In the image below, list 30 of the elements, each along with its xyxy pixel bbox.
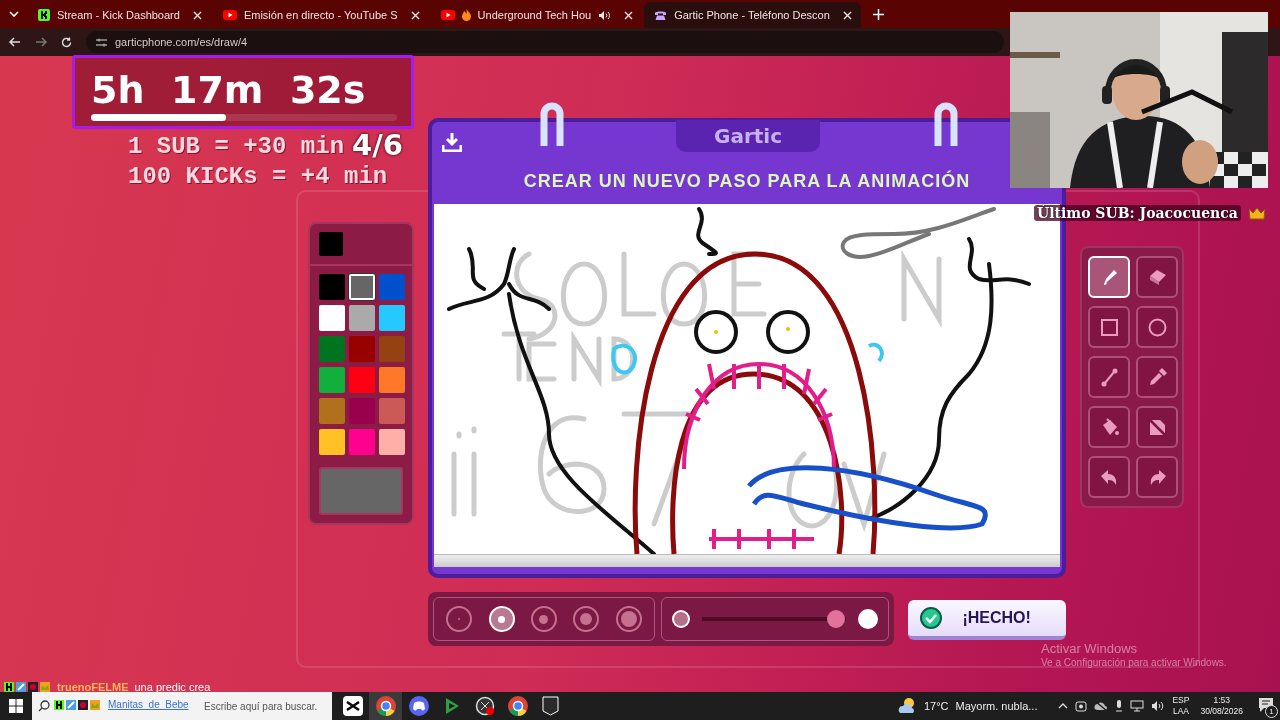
clock-date: 30/08/2026 bbox=[1200, 706, 1243, 717]
browser-tab[interactable]: Emisión en directo - YouTube S bbox=[212, 2, 429, 28]
tab-title: Gartic Phone - Teléfono Descon bbox=[674, 9, 830, 21]
tab-title: Stream - Kick Dashboard bbox=[57, 9, 180, 21]
browser-tab[interactable]: Stream - Kick Dashboard bbox=[28, 2, 211, 28]
done-button[interactable]: ¡HECHO! bbox=[908, 600, 1066, 640]
round-counter: 4/6 bbox=[352, 128, 403, 162]
address-bar[interactable]: garticphone.com/es/draw/4 bbox=[86, 31, 1004, 53]
keyboard-layout: LAA bbox=[1172, 706, 1189, 717]
weather-description: Mayorm. nubla... bbox=[955, 700, 1038, 712]
tab-title: Emisión en directo - YouTube S bbox=[243, 9, 398, 21]
instruction-heading: CREAR UN NUEVO PASO PARA LA ANIMACIÓN bbox=[523, 171, 971, 192]
subathon-rule: 100 KICKs = +4 min bbox=[128, 162, 388, 192]
subathon-rule: 1 SUB = +30 min bbox=[128, 132, 345, 162]
tab-title: Underground Tech Hou bbox=[477, 9, 592, 21]
chat-username: Manitas_de_Bebe bbox=[108, 699, 189, 710]
weather-temperature: 17°C bbox=[923, 700, 949, 712]
browser-tab[interactable]: Gartic Phone - Teléfono Descon bbox=[644, 2, 861, 28]
last-subscriber-text: Último SUB: Joacocuenca bbox=[1034, 205, 1241, 221]
url-text: garticphone.com/es/draw/4 bbox=[115, 36, 248, 48]
gartic-logo: Gartic bbox=[676, 120, 820, 152]
activation-notice: Activar Windows bbox=[1041, 641, 1138, 656]
chat-username: truenoFELME bbox=[57, 681, 129, 693]
browser-tab[interactable]: Underground Tech Hou bbox=[430, 2, 643, 28]
countdown-time: 5h 17m 32s bbox=[91, 68, 366, 112]
language-code: ESP bbox=[1172, 695, 1190, 706]
clock-time: 1:53 bbox=[1213, 695, 1230, 706]
notification-count: 1 bbox=[1265, 705, 1278, 718]
chat-message: una predic crea bbox=[134, 681, 211, 693]
activation-hint: Ve a Configuración para activar Windows. bbox=[1041, 657, 1227, 668]
